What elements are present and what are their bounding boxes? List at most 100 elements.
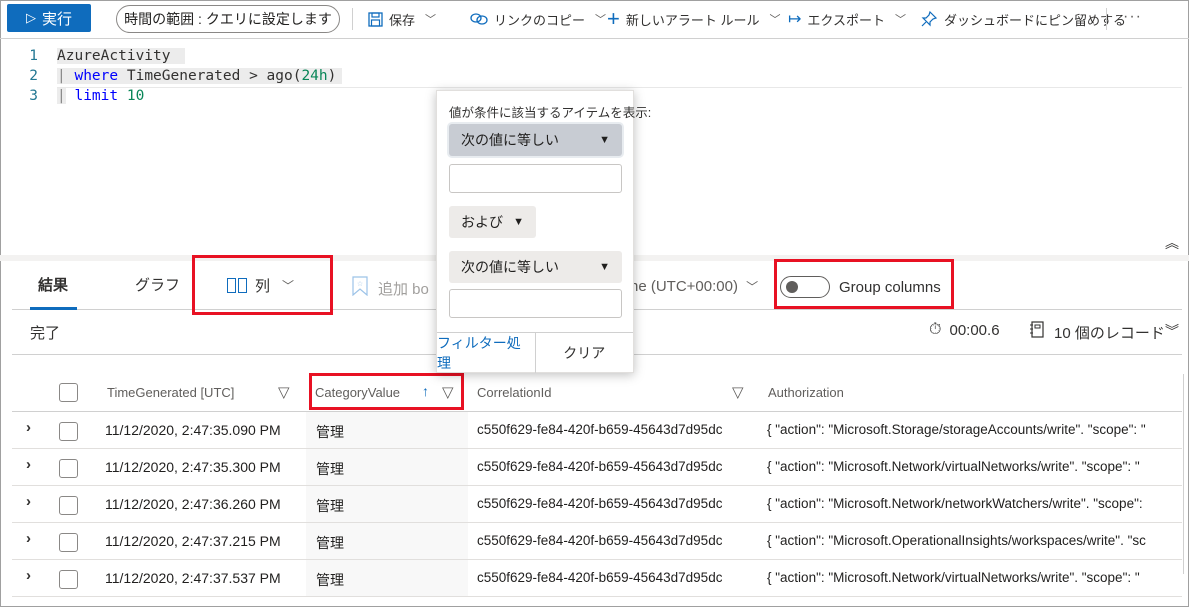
- chevron-down-icon: ﹀: [746, 280, 759, 294]
- expand-row-icon[interactable]: ›: [26, 530, 31, 547]
- time-range-button[interactable]: 時間の範囲 : クエリに設定します: [116, 5, 340, 33]
- expand-row-icon[interactable]: ›: [26, 419, 31, 436]
- toggle-knob: [786, 281, 798, 293]
- row-checkbox[interactable]: [59, 570, 78, 589]
- cell-category: 管理: [316, 424, 344, 440]
- cell-time: 11/12/2020, 2:47:35.300 PM: [105, 459, 281, 475]
- copy-link-button[interactable]: リンクのコピー ﹀: [470, 8, 606, 30]
- timezone-selector[interactable]: ne (UTC+00:00) ﹀: [630, 278, 758, 295]
- cell-correlation: c550f629-fe84-420f-b659-45643d7d95dc: [477, 496, 723, 511]
- code-text: AzureActivity: [57, 48, 186, 64]
- cell-authorization: { "action": "Microsoft.OperationalInsigh…: [767, 533, 1146, 548]
- clear-filter-button[interactable]: クリア: [536, 333, 634, 373]
- line-number: 2: [29, 68, 38, 84]
- table-row[interactable]: › 11/12/2020, 2:47:36.260 PM 管理 c550f629…: [12, 486, 1182, 523]
- save-icon: [368, 11, 383, 27]
- condition-2-dropdown[interactable]: 次の値に等しい ▼: [449, 251, 622, 283]
- filter-icon[interactable]: ▽: [442, 383, 454, 401]
- cell-category: 管理: [316, 572, 344, 588]
- column-header-categoryvalue[interactable]: CategoryValue: [315, 385, 400, 400]
- filter-icon[interactable]: ▽: [278, 383, 290, 401]
- column-header-timegenerated[interactable]: TimeGenerated [UTC]: [107, 385, 234, 400]
- vertical-scrollbar[interactable]: [1183, 374, 1184, 574]
- chevron-down-icon: ﹀: [769, 14, 781, 26]
- more-options-button[interactable]: ···: [1123, 8, 1142, 26]
- filter-popup-title: 値が条件に該当するアイテムを表示:: [449, 106, 652, 120]
- columns-icon: [227, 278, 247, 293]
- apply-filter-button[interactable]: フィルター処理: [437, 333, 536, 373]
- cell-time: 11/12/2020, 2:47:36.260 PM: [105, 496, 281, 512]
- bookmark-icon: ☆: [352, 276, 368, 301]
- save-button[interactable]: 保存 ﹀: [368, 8, 436, 30]
- code-text: | limit 10: [57, 88, 145, 104]
- query-status: 完了: [30, 325, 61, 342]
- expand-row-icon[interactable]: ›: [26, 567, 31, 584]
- add-bookmark-button[interactable]: ☆ 追加 bo: [352, 276, 429, 301]
- expand-row-icon[interactable]: ›: [26, 493, 31, 510]
- table-row[interactable]: › 11/12/2020, 2:47:37.215 PM 管理 c550f629…: [12, 523, 1182, 560]
- toggle-switch[interactable]: [780, 276, 830, 298]
- select-all-checkbox[interactable]: [59, 383, 78, 402]
- column-header-authorization[interactable]: Authorization: [768, 385, 844, 400]
- row-checkbox[interactable]: [59, 422, 78, 441]
- table-header: TimeGenerated [UTC] ▽ CategoryValue ↑ ▽ …: [12, 374, 1182, 412]
- table-row[interactable]: › 11/12/2020, 2:47:35.090 PM 管理 c550f629…: [12, 412, 1182, 449]
- column-header-correlationid[interactable]: CorrelationId: [477, 385, 551, 400]
- tab-results[interactable]: 結果: [38, 274, 68, 295]
- row-checkbox[interactable]: [59, 459, 78, 478]
- code-line: 2 | where TimeGenerated > ago(24h): [0, 66, 343, 86]
- chevron-down-icon: ﹀: [282, 279, 295, 293]
- toolbar-divider: [352, 8, 353, 30]
- pin-icon: [920, 10, 938, 28]
- collapse-editor-icon[interactable]: ︽: [1165, 233, 1179, 253]
- table-row[interactable]: › 11/12/2020, 2:47:35.300 PM 管理 c550f629…: [12, 449, 1182, 486]
- export-button[interactable]: ↦ エクスポート ﹀: [788, 8, 906, 30]
- code-line: 1 AzureActivity: [0, 46, 186, 66]
- dropdown-arrow-icon: ▼: [599, 134, 610, 146]
- cell-category: 管理: [316, 461, 344, 477]
- filter-icon[interactable]: ▽: [732, 383, 744, 401]
- chevron-down-icon: ﹀: [895, 14, 907, 26]
- play-icon: ▷: [25, 10, 36, 25]
- row-checkbox[interactable]: [59, 533, 78, 552]
- link-icon: [470, 12, 488, 26]
- toolbar-divider: [1106, 8, 1107, 30]
- row-checkbox[interactable]: [59, 496, 78, 515]
- active-tab-indicator: [30, 307, 77, 310]
- cell-time: 11/12/2020, 2:47:37.537 PM: [105, 570, 281, 586]
- cell-correlation: c550f629-fe84-420f-b659-45643d7d95dc: [477, 570, 723, 585]
- tab-chart[interactable]: グラフ: [135, 274, 180, 295]
- column-filter-popup: 値が条件に該当するアイテムを表示: 次の値に等しい ▼ および ▼ 次の値に等し…: [436, 90, 651, 373]
- svg-text:☆: ☆: [357, 280, 363, 288]
- filter-popup-footer: フィルター処理 クリア: [437, 332, 633, 373]
- cell-time: 11/12/2020, 2:47:37.215 PM: [105, 533, 281, 549]
- query-duration: ⏱ 00:00.6: [929, 321, 1000, 339]
- run-button[interactable]: ▷ 実行: [7, 4, 91, 32]
- new-alert-rule-button[interactable]: + 新しいアラート ルール ﹀: [607, 6, 781, 31]
- filter-value-2-input[interactable]: [449, 289, 622, 318]
- dropdown-arrow-icon: ▼: [599, 261, 610, 273]
- export-arrow-icon: ↦: [788, 11, 802, 28]
- record-count: 10 個のレコード: [1030, 321, 1165, 343]
- filter-value-1-input[interactable]: [449, 164, 622, 193]
- cell-authorization: { "action": "Microsoft.Network/networkWa…: [767, 496, 1143, 511]
- pin-to-dashboard-button[interactable]: ダッシュボードにピン留めする: [920, 8, 1126, 30]
- cell-authorization: { "action": "Microsoft.Network/virtualNe…: [767, 459, 1140, 474]
- expand-row-icon[interactable]: ›: [26, 456, 31, 473]
- line-number: 3: [29, 88, 38, 104]
- expand-all-icon[interactable]: ︾: [1165, 321, 1179, 341]
- logic-operator-dropdown[interactable]: および ▼: [449, 206, 536, 238]
- chevron-down-icon: ﹀: [595, 14, 607, 26]
- notebook-icon: [1030, 321, 1044, 343]
- table-row[interactable]: › 11/12/2020, 2:47:37.537 PM 管理 c550f629…: [12, 560, 1182, 597]
- cell-category: 管理: [316, 535, 344, 551]
- cell-correlation: c550f629-fe84-420f-b659-45643d7d95dc: [477, 459, 723, 474]
- cell-authorization: { "action": "Microsoft.Network/virtualNe…: [767, 570, 1140, 585]
- columns-button[interactable]: 列 ﹀: [227, 275, 294, 296]
- condition-1-dropdown[interactable]: 次の値に等しい ▼: [449, 124, 622, 156]
- cell-category: 管理: [316, 498, 344, 514]
- sort-ascending-icon[interactable]: ↑: [422, 383, 429, 399]
- line-number: 1: [29, 48, 38, 64]
- group-columns-toggle[interactable]: Group columns: [780, 276, 941, 298]
- cell-authorization: { "action": "Microsoft.Storage/storageAc…: [767, 422, 1146, 437]
